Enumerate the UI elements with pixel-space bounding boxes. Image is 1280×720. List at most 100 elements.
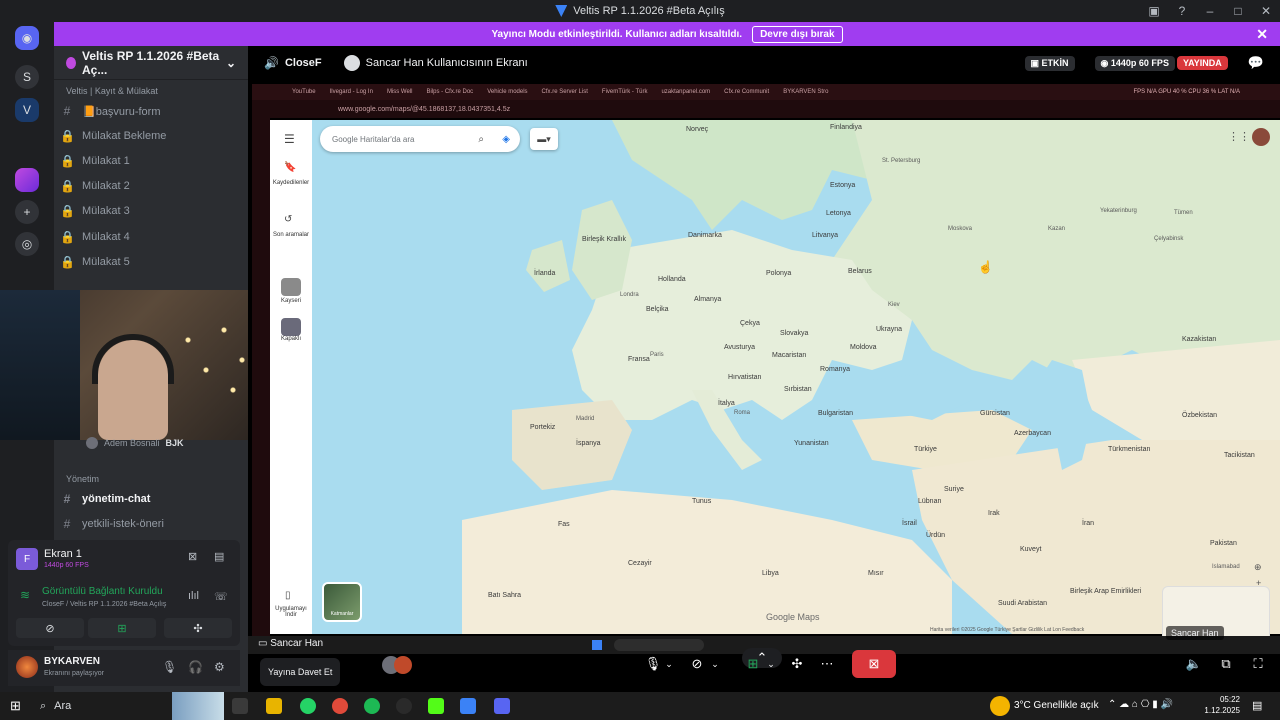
task-view-icon[interactable] (232, 698, 248, 714)
map-country-label[interactable]: İsrail (902, 520, 917, 527)
browser-tab[interactable]: Bilps - Cfx.re Doc (427, 89, 474, 95)
map-country-label[interactable]: Yunanistan (794, 440, 829, 447)
map-city-label[interactable]: Çelyabinsk (1154, 236, 1183, 242)
maximize-button[interactable]: □ (1224, 4, 1252, 18)
channel-mulakat-5[interactable]: 🔒 Mülakat 5 (60, 251, 240, 273)
map-country-label[interactable]: Batı Sahra (488, 592, 521, 599)
map-country-label[interactable]: Finlandiya (830, 124, 862, 131)
browser-tab[interactable]: Cfx.re Communit (724, 89, 769, 95)
saved-label[interactable]: Kaydedilenler (272, 180, 310, 186)
place-thumbnail[interactable] (281, 318, 301, 336)
map-country-label[interactable]: Suudi Arabistan (998, 600, 1047, 607)
minimize-button[interactable]: – (1196, 4, 1224, 18)
map-country-label[interactable]: İran (1082, 520, 1094, 527)
server-header[interactable]: Veltis RP 1.1.2026 #Beta Aç... ⌄ (54, 46, 248, 80)
stream-settings-icon[interactable]: ▤ (214, 550, 224, 563)
disconnect-icon[interactable]: ☏ (214, 590, 228, 603)
voice-user[interactable]: Adem Bosnali BJK (86, 437, 184, 449)
channel-yonetim-chat[interactable]: # yönetim-chat (60, 488, 240, 510)
browser-tab[interactable]: BYKARVEN Stro (783, 89, 828, 95)
browser-tab[interactable]: uzaktanpanel.com (661, 89, 710, 95)
channel-mulakat-3[interactable]: 🔒 Mülakat 3 (60, 200, 240, 222)
map-country-label[interactable]: Slovakya (780, 330, 808, 337)
close-banner-icon[interactable]: ✕ (1256, 26, 1268, 43)
map-country-label[interactable]: Belarus (848, 268, 872, 275)
phone-icon[interactable]: ▯ (285, 590, 291, 601)
file-explorer-icon[interactable] (266, 698, 282, 714)
chat-bubble-icon[interactable]: 💬 (1248, 55, 1264, 71)
channel-mulakat-1[interactable]: 🔒 Mülakat 1 (60, 150, 240, 172)
map-country-label[interactable]: Norveç (686, 126, 708, 133)
taskbar-search[interactable]: ⌕ Ara (30, 696, 190, 716)
channel-yetkili-istek-oneri[interactable]: # yetkili-istek-öneri (60, 513, 240, 535)
server-icon-s[interactable]: S (15, 65, 39, 89)
browser-tab[interactable]: Vehicle models (487, 89, 527, 95)
map-city-label[interactable]: St. Petersburg (882, 158, 920, 164)
map-country-label[interactable]: Moldova (850, 344, 876, 351)
more-options-button[interactable]: ⋯ (812, 650, 842, 678)
layers-button[interactable]: Katmanlar (322, 582, 362, 622)
browser-tab[interactable]: FivemTürk - Türk (602, 89, 648, 95)
channel-basvuru-form[interactable]: # 📙başvuru-form (60, 100, 240, 122)
server-icon-veltis[interactable]: V (15, 98, 39, 122)
map-country-label[interactable]: Irak (988, 510, 1000, 517)
category-yonetim[interactable]: Yönetim (66, 474, 99, 484)
tray-icons[interactable]: ⌃ ☁ ⌂ ⎔ ▮ 🔊 (1108, 699, 1173, 710)
map-country-label[interactable]: Belçika (646, 306, 669, 313)
map-country-label[interactable]: Libya (762, 570, 779, 577)
help-icon[interactable]: ? (1168, 4, 1196, 18)
map-country-label[interactable]: Özbekistan (1182, 412, 1217, 419)
settings-gear-icon[interactable]: ⚙ (214, 660, 225, 674)
map-country-label[interactable]: İtalya (718, 400, 735, 407)
map-chip-button[interactable]: ▬▾ (530, 128, 558, 150)
notifications-icon[interactable]: ▤ (1252, 699, 1262, 712)
map-country-label[interactable]: Azerbaycan (1014, 430, 1051, 437)
map-country-label[interactable]: Almanya (694, 296, 721, 303)
map-city-label[interactable]: Kazan (1048, 226, 1065, 232)
share-options-chevron-icon[interactable]: ⌄ (762, 650, 780, 678)
map-country-label[interactable]: Kazakistan (1182, 336, 1216, 343)
apps-grid-icon[interactable]: ⋮⋮ (1228, 130, 1250, 143)
map-city-label[interactable]: Kiev (888, 302, 900, 308)
invite-to-stream-button[interactable]: Yayına Davet Et (260, 658, 341, 686)
whatsapp-icon[interactable] (300, 698, 316, 714)
map-canvas[interactable]: Norveç Finlandiya Estonya Letonya Litvanya Da… (312, 120, 1280, 634)
map-country-label[interactable]: Fransa (628, 356, 650, 363)
headset-icon[interactable]: 🎧 (188, 660, 203, 674)
map-city-label[interactable]: Moskova (948, 226, 972, 232)
explore-icon[interactable]: ◎ (15, 232, 39, 256)
map-city-label[interactable]: Islamabad (1212, 564, 1240, 570)
connection-status[interactable]: Görüntülü Bağlantı Kuruldu (42, 586, 163, 597)
map-country-label[interactable]: Sırbistan (784, 386, 812, 393)
map-country-label[interactable]: Ürdün (926, 532, 945, 539)
browser-tab[interactable]: YouTube (292, 89, 316, 95)
map-country-label[interactable]: Hırvatistan (728, 374, 761, 381)
location-icon[interactable]: ⊕ (1254, 562, 1262, 573)
map-country-label[interactable]: Kuveyt (1020, 546, 1041, 553)
map-country-label[interactable]: Çekya (740, 320, 760, 327)
map-country-label[interactable]: Suriye (944, 486, 964, 493)
spotify-icon[interactable] (364, 698, 380, 714)
map-country-label[interactable]: Cezayir (628, 560, 652, 567)
place-thumbnail[interactable] (281, 278, 301, 296)
map-city-label[interactable]: Roma (734, 410, 750, 416)
stop-stream-icon[interactable]: ⊠ (188, 550, 197, 563)
user-avatar[interactable] (16, 656, 38, 678)
activities-button[interactable]: ✣ (164, 618, 232, 638)
map-country-label[interactable]: Birleşik Arap Emirlikleri (1070, 588, 1141, 595)
participant-avatar[interactable] (394, 656, 412, 674)
close-window-button[interactable]: ✕ (1252, 4, 1280, 18)
map-country-label[interactable]: Litvanya (812, 232, 838, 239)
browser-tab[interactable]: Cfx.re Server List (542, 89, 588, 95)
map-city-label[interactable]: Madrid (576, 416, 594, 422)
maps-search-input[interactable]: Google Haritalar'da ara ⌕ ◈ (320, 126, 520, 152)
map-country-label[interactable]: Portekiz (530, 424, 555, 431)
clock-date[interactable]: 1.12.2025 (1200, 706, 1240, 715)
map-country-label[interactable]: Estonya (830, 182, 855, 189)
app-icon[interactable] (460, 698, 476, 714)
inbox-icon[interactable]: ▣ (1140, 4, 1168, 18)
map-country-label[interactable]: Tacikistan (1224, 452, 1255, 459)
map-country-label[interactable]: Polonya (766, 270, 791, 277)
place-kapakli[interactable]: Kapaklı (272, 336, 310, 342)
add-server-icon[interactable]: + (15, 200, 39, 224)
